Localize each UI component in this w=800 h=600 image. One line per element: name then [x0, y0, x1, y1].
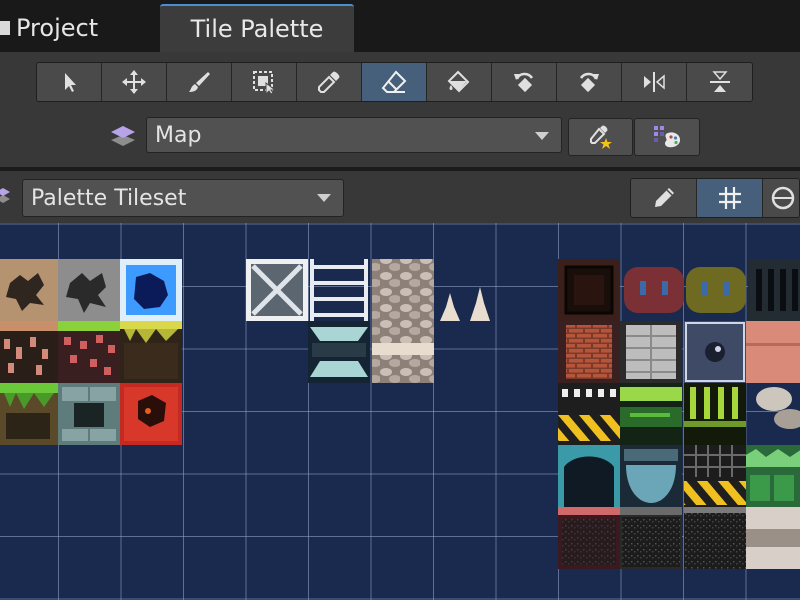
tile-metal-platform[interactable] [308, 321, 370, 383]
palette-layers-icon [0, 188, 10, 203]
flip-x-button[interactable] [622, 63, 687, 101]
tile-palette-toolbar-panel: Map [0, 52, 800, 167]
paint-tool-button[interactable] [167, 63, 232, 101]
flip-y-button[interactable] [687, 63, 752, 101]
palette-dropdown[interactable]: Palette Tileset [22, 179, 344, 217]
pencil-icon [654, 188, 674, 207]
tile-grey-bricks[interactable] [620, 321, 682, 383]
toggle-gizmos-button[interactable] [763, 179, 799, 217]
palette-toolbar: Palette Tileset [0, 171, 800, 223]
tile-dark-frame[interactable] [558, 259, 620, 321]
tab-project-icon [0, 21, 10, 35]
layers-icon [111, 126, 135, 146]
flip-x-icon [644, 72, 665, 92]
paintbrush-icon [189, 72, 210, 92]
active-tilemap-value: Map [155, 122, 202, 148]
tile-ice-hole[interactable] [120, 259, 182, 321]
grid-icon [718, 187, 741, 209]
tile-spikes[interactable] [440, 287, 490, 321]
box-fill-tool-button[interactable] [232, 63, 297, 101]
palette-settings-button[interactable] [634, 118, 700, 156]
palette-dropdown-value: Palette Tileset [31, 185, 187, 211]
rotate-cw-icon [579, 72, 599, 93]
tile-metal-bowl[interactable] [620, 445, 682, 507]
tile-green-pipe[interactable] [620, 383, 682, 445]
move-icon [122, 70, 146, 94]
tile-ladder[interactable] [310, 259, 368, 321]
tile-red-rubble[interactable] [558, 507, 620, 569]
tile-lava-block[interactable] [120, 383, 182, 445]
tile-crater-grey[interactable] [58, 259, 120, 321]
tile-pink-bricks[interactable] [558, 321, 620, 383]
tile-steel-orb[interactable] [684, 321, 746, 383]
active-tilemap-dropdown[interactable]: Map [146, 117, 562, 153]
eraser-tool-button[interactable] [362, 63, 427, 101]
picker-tool-button[interactable] [297, 63, 362, 101]
fill-tool-button[interactable] [427, 63, 492, 101]
tool-strip [36, 62, 753, 102]
edit-palette-button[interactable] [631, 179, 697, 217]
tile-black-gravel[interactable] [684, 507, 746, 569]
tile-red-capsule[interactable] [624, 267, 684, 313]
palette-tile-grid[interactable] [0, 223, 800, 600]
move-tool-button[interactable] [102, 63, 167, 101]
tile-green-bush[interactable] [746, 445, 800, 507]
tile-hazard-stripe[interactable] [558, 383, 620, 445]
select-tool-button[interactable] [37, 63, 102, 101]
flip-y-icon [709, 71, 730, 92]
tile-rock-block[interactable] [372, 321, 434, 383]
tab-project-label: Project [16, 14, 99, 42]
select-arrow-icon [65, 73, 76, 92]
tile-stone-block[interactable] [58, 383, 120, 445]
tile-boulder[interactable] [756, 387, 800, 429]
tile-grid-hazard[interactable] [684, 445, 746, 507]
toggle-grid-button[interactable] [697, 179, 763, 217]
tab-bar: Project Tile Palette [0, 0, 800, 52]
tile-rock-pile[interactable] [372, 259, 434, 321]
gizmo-icon [771, 186, 795, 210]
tile-dark-rubble[interactable] [620, 507, 682, 569]
box-fill-icon [253, 71, 277, 95]
tab-tile-palette-label: Tile Palette [190, 15, 324, 43]
tile-grass-cave[interactable] [120, 321, 182, 383]
palette-view-toggles [630, 178, 800, 218]
picker-star-icon [589, 125, 612, 149]
palette-icon [654, 126, 681, 148]
tile-crate-x[interactable] [246, 259, 308, 321]
active-tilemap-row: Map [0, 116, 800, 156]
rotate-ccw-icon [514, 72, 534, 93]
tab-project[interactable]: Project [0, 4, 158, 52]
tile-cave-mouth[interactable] [558, 445, 620, 507]
chevron-down-icon [535, 132, 549, 140]
eraser-icon [381, 70, 407, 93]
tile-vent-grate[interactable] [748, 259, 800, 321]
tile-green-bars[interactable] [684, 383, 746, 445]
tile-yellow-capsule[interactable] [686, 267, 746, 313]
chevron-down-icon [317, 194, 331, 202]
tile-stone-slab[interactable] [746, 507, 800, 569]
tab-tile-palette[interactable]: Tile Palette [160, 4, 354, 52]
tile-layer [0, 259, 800, 569]
tile-salmon-wall[interactable] [746, 321, 800, 383]
rotate-ccw-button[interactable] [492, 63, 557, 101]
tile-grass-dirt[interactable] [58, 321, 120, 383]
pick-active-target-button[interactable] [568, 118, 633, 156]
tile-dirt-roots[interactable] [0, 321, 58, 383]
rotate-cw-button[interactable] [557, 63, 622, 101]
picker-icon [318, 71, 340, 93]
fill-bucket-icon [447, 70, 470, 93]
tile-moss-dirt[interactable] [0, 383, 58, 445]
tile-crater-brown[interactable] [0, 259, 58, 321]
